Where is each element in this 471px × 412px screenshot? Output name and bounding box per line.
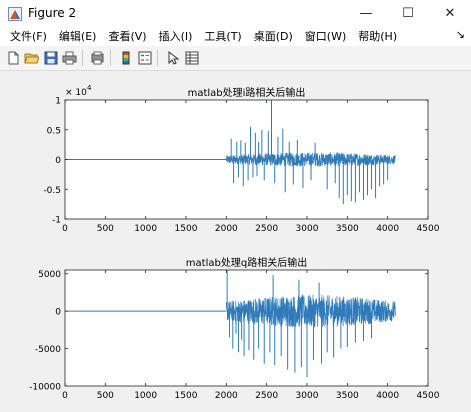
figure-window: Figure 2 — ☐ ✕ 文件(F) 编辑(E) 查看(V) 插入(I) 工… — [0, 0, 471, 408]
x-tick-label: 1500 — [175, 224, 198, 234]
plots-svg: matlab处理i路相关后输出 × 10 4 1 0.5 0 -0.5 -1 0 500 1… — [29, 84, 440, 401]
menu-help[interactable]: 帮助(H) — [348, 28, 397, 44]
y-exponent-power: 4 — [87, 84, 92, 92]
x-tick-label: 3500 — [336, 391, 359, 401]
toolbar-separator — [110, 50, 111, 66]
x-tick-label: 4500 — [417, 224, 440, 234]
x-tick-label: 0 — [62, 224, 68, 234]
close-button[interactable]: ✕ — [429, 0, 471, 26]
property-inspector-icon[interactable] — [183, 50, 200, 67]
y-tick-label: 5000 — [38, 270, 61, 280]
toolbar-separator — [82, 50, 83, 66]
menu-edit[interactable]: 编辑(E) — [49, 28, 97, 44]
x-tick-label: 4500 — [417, 391, 440, 401]
new-figure-icon[interactable] — [4, 50, 21, 67]
x-tick-label: 500 — [97, 224, 114, 234]
open-file-icon[interactable] — [23, 50, 40, 67]
x-tick-label: 1500 — [175, 391, 198, 401]
toolbar-separator — [157, 50, 158, 66]
figure-canvas: matlab处理i路相关后输出 × 10 4 1 0.5 0 -0.5 -1 0 500 1… — [0, 71, 471, 408]
x-tick-label: 0 — [62, 391, 68, 401]
matlab-figure-icon — [8, 6, 22, 21]
window-title: Figure 2 — [28, 6, 77, 20]
y-tick-label: -5000 — [35, 345, 61, 355]
toolbar — [0, 46, 471, 71]
menu-bar: 文件(F) 编辑(E) 查看(V) 插入(I) 工具(T) 桌面(D) 窗口(W… — [0, 26, 471, 46]
save-icon[interactable] — [42, 50, 59, 67]
x-tick-label: 2000 — [215, 391, 238, 401]
x-tick-label: 4000 — [376, 224, 399, 234]
y-tick-label: 0 — [55, 308, 61, 318]
x-tick-label: 3000 — [296, 224, 319, 234]
axes-background — [65, 270, 428, 386]
title-bar[interactable]: Figure 2 — ☐ ✕ — [0, 0, 471, 26]
subplot-i[interactable]: matlab处理i路相关后输出 × 10 4 1 0.5 0 -0.5 -1 0 500 1… — [43, 84, 439, 234]
y-tick-label: -10000 — [29, 383, 61, 393]
y-tick-label: 0 — [55, 156, 61, 166]
y-tick-label: 0.5 — [47, 126, 61, 136]
menu-dock-arrow-icon[interactable]: ↘ — [456, 28, 465, 41]
y-tick-label: -1 — [52, 216, 61, 226]
menu-window[interactable]: 窗口(W) — [295, 28, 346, 44]
x-tick-label: 2500 — [255, 224, 278, 234]
y-tick-label: 1 — [55, 97, 61, 107]
x-tick-label: 2500 — [255, 391, 278, 401]
x-tick-label: 1000 — [134, 391, 157, 401]
colorbar-icon[interactable] — [117, 50, 134, 67]
menu-file[interactable]: 文件(F) — [0, 28, 47, 44]
pointer-icon[interactable] — [164, 50, 181, 67]
menu-tools[interactable]: 工具(T) — [194, 28, 241, 44]
x-tick-label: 1000 — [134, 224, 157, 234]
menu-insert[interactable]: 插入(I) — [149, 28, 193, 44]
y-tick-label: -0.5 — [43, 186, 61, 196]
maximize-button[interactable]: ☐ — [387, 0, 429, 26]
minimize-button[interactable]: — — [345, 0, 387, 26]
axes-title: matlab处理q路相关后输出 — [186, 256, 307, 269]
x-tick-label: 500 — [97, 391, 114, 401]
print-icon[interactable] — [61, 50, 78, 67]
subplot-q[interactable]: matlab处理q路相关后输出 5000 0 -5000 -10000 0 500 100… — [29, 256, 440, 401]
axes-title: matlab处理i路相关后输出 — [188, 86, 306, 99]
window-controls: — ☐ ✕ — [345, 0, 471, 26]
menu-desktop[interactable]: 桌面(D) — [244, 28, 293, 44]
print-preview-icon[interactable] — [89, 50, 106, 67]
x-tick-label: 2000 — [215, 224, 238, 234]
x-tick-label: 3500 — [336, 224, 359, 234]
menu-view[interactable]: 查看(V) — [98, 28, 146, 44]
x-tick-label: 3000 — [296, 391, 319, 401]
y-exponent-label: × 10 4 — [65, 84, 92, 98]
legend-icon[interactable] — [136, 50, 153, 67]
y-exponent-base: × 10 — [65, 88, 87, 98]
x-tick-label: 4000 — [376, 391, 399, 401]
